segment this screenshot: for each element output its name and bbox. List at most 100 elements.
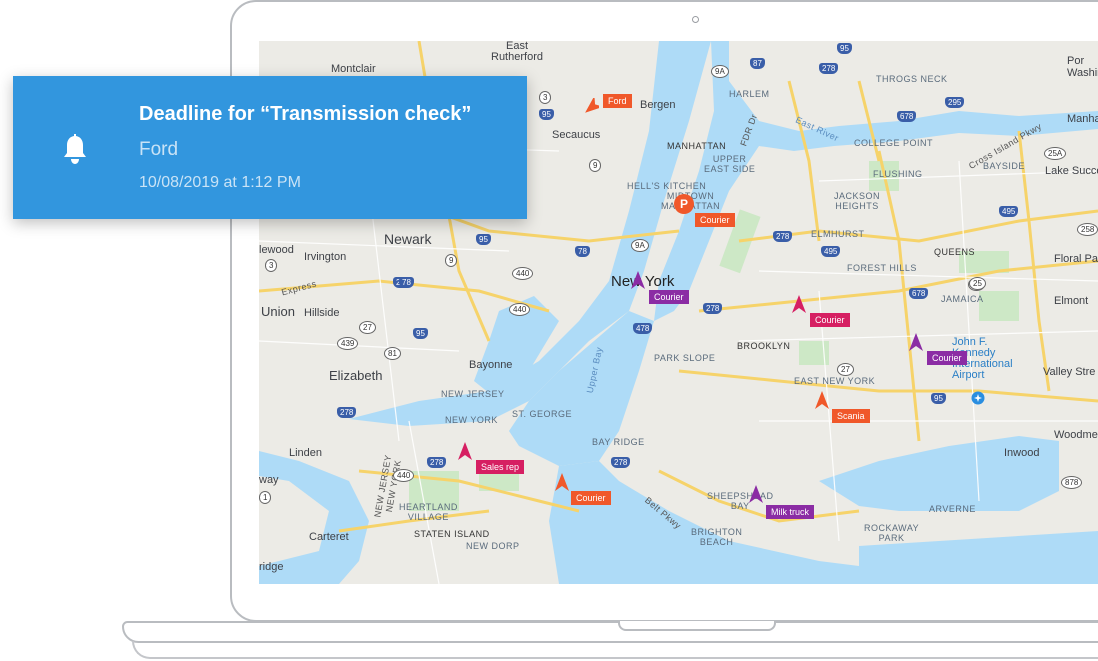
notification-subtitle: Ford bbox=[139, 139, 179, 160]
vehicle-label[interactable]: Ford bbox=[603, 94, 632, 108]
shield: 278 bbox=[611, 457, 631, 468]
shield: 78 bbox=[575, 246, 590, 257]
place-union: Union bbox=[261, 304, 295, 319]
place-linden: Linden bbox=[289, 447, 323, 459]
shield: 495 bbox=[999, 206, 1019, 217]
place-bay-ridge: BAY RIDGE bbox=[592, 437, 645, 447]
place-park-slope: PARK SLOPE bbox=[654, 353, 716, 363]
vehicle-arrow-icon[interactable] bbox=[815, 391, 829, 409]
place-elizabeth: Elizabeth bbox=[329, 368, 383, 383]
vehicle-arrow-icon[interactable] bbox=[909, 333, 923, 351]
laptop-notch bbox=[618, 621, 776, 631]
place-east-new-york: EAST NEW YORK bbox=[794, 376, 876, 386]
shield: 278 bbox=[819, 63, 839, 74]
place-forest-hills: FOREST HILLS bbox=[847, 263, 917, 273]
place-harlem: HARLEM bbox=[729, 89, 770, 99]
place-heartland-village: HEARTLAND VILLAGE bbox=[399, 502, 458, 522]
place-sheepshead-bay: SHEEPSHEAD BAY bbox=[707, 491, 774, 511]
shield: 95 bbox=[476, 234, 491, 245]
place-valley-stream: Valley Stre bbox=[1043, 366, 1096, 378]
vehicle-label[interactable]: Milk truck bbox=[766, 505, 814, 519]
shield: 9A bbox=[711, 65, 729, 78]
laptop-base-bottom bbox=[132, 641, 1098, 659]
vehicle-label[interactable]: Courier bbox=[649, 290, 689, 304]
place-st-george: ST. GEORGE bbox=[512, 409, 573, 419]
vehicle-arrow-icon[interactable] bbox=[585, 98, 599, 116]
vehicle-label[interactable]: Courier bbox=[927, 351, 967, 365]
vehicle-arrow-icon[interactable] bbox=[792, 295, 806, 313]
place-jamaica: JAMAICA bbox=[941, 294, 984, 304]
shield: 495 bbox=[821, 246, 841, 257]
shield: 78 bbox=[399, 277, 414, 288]
vehicle-arrow-icon[interactable] bbox=[458, 442, 472, 460]
parking-marker[interactable]: P bbox=[674, 194, 694, 214]
place-floral-park: Floral Pa bbox=[1054, 253, 1098, 265]
place-elmhurst: ELMHURST bbox=[811, 229, 865, 239]
shield: 25 bbox=[969, 277, 986, 290]
vehicle-label[interactable]: Courier bbox=[571, 491, 611, 505]
shield: 87 bbox=[750, 58, 765, 69]
place-manha: Manha bbox=[1067, 113, 1098, 125]
shield: 478 bbox=[633, 323, 653, 334]
place-woodmere: Woodmere bbox=[1054, 429, 1098, 441]
place-port-washington: Por Washin bbox=[1067, 55, 1098, 79]
laptop-base bbox=[122, 621, 1098, 643]
shield: 27 bbox=[359, 321, 376, 334]
shield: 95 bbox=[931, 393, 946, 404]
place-hells-kitchen: HELL'S KITCHEN bbox=[627, 181, 707, 191]
place-lewood: lewood bbox=[259, 244, 294, 256]
place-inwood: Inwood bbox=[1004, 447, 1040, 459]
place-elmont: Elmont bbox=[1054, 295, 1089, 307]
place-new-york-state: NEW YORK bbox=[445, 415, 498, 425]
place-bayside: BAYSIDE bbox=[983, 161, 1025, 171]
place-bergen: Bergen bbox=[640, 99, 676, 111]
place-jackson-heights: JACKSON HEIGHTS bbox=[834, 191, 881, 211]
place-arverne: ARVERNE bbox=[929, 504, 976, 514]
shield: 25A bbox=[1044, 147, 1067, 160]
shield: 678 bbox=[909, 288, 929, 299]
notification-title: Deadline for “Transmission check” bbox=[139, 103, 472, 125]
place-new-dorp: NEW DORP bbox=[466, 541, 520, 551]
vehicle-arrow-icon[interactable] bbox=[555, 473, 569, 491]
deadline-notification[interactable]: Deadline for “Transmission check” Ford 1… bbox=[13, 76, 527, 219]
place-flushing: FLUSHING bbox=[873, 169, 923, 179]
place-lake-success: Lake Succe bbox=[1045, 165, 1098, 177]
place-secaucus: Secaucus bbox=[552, 129, 601, 141]
place-brighton-beach: BRIGHTON BEACH bbox=[691, 527, 743, 547]
shield: 295 bbox=[945, 97, 965, 108]
shield: 258 bbox=[1077, 223, 1098, 236]
place-manhattan: MANHATTAN bbox=[667, 141, 727, 151]
place-hillside: Hillside bbox=[304, 307, 340, 319]
place-upper-east-side: UPPER EAST SIDE bbox=[704, 154, 756, 174]
shield: 678 bbox=[897, 111, 917, 122]
place-irvington: Irvington bbox=[304, 251, 347, 263]
place-carteret: Carteret bbox=[309, 531, 349, 543]
shield: 81 bbox=[384, 347, 401, 360]
shield: 95 bbox=[413, 328, 428, 339]
vehicle-label[interactable]: Courier bbox=[810, 313, 850, 327]
shield: 278 bbox=[427, 457, 447, 468]
vehicle-label[interactable]: Courier bbox=[695, 213, 735, 227]
place-college-point: COLLEGE POINT bbox=[854, 138, 934, 148]
place-way: way bbox=[259, 474, 279, 486]
place-ridge: ridge bbox=[259, 561, 284, 573]
place-rockaway-park: ROCKAWAY PARK bbox=[864, 523, 920, 543]
camera bbox=[692, 16, 699, 23]
place-brooklyn: BROOKLYN bbox=[737, 341, 791, 351]
shield: 95 bbox=[837, 43, 852, 54]
place-throgs-neck: THROGS NECK bbox=[876, 74, 948, 84]
vehicle-label[interactable]: Sales rep bbox=[476, 460, 525, 474]
vehicle-arrow-icon[interactable] bbox=[749, 485, 763, 503]
shield: 27 bbox=[837, 363, 854, 376]
vehicle-arrow-icon[interactable] bbox=[631, 271, 645, 289]
place-montclair: Montclair bbox=[331, 63, 376, 75]
shield: 278 bbox=[773, 231, 793, 242]
place-staten-island: STATEN ISLAND bbox=[414, 529, 490, 539]
vehicle-label[interactable]: Scania bbox=[832, 409, 870, 423]
bell-icon bbox=[64, 134, 86, 164]
shield: 278 bbox=[703, 303, 723, 314]
shield: 278 bbox=[337, 407, 357, 418]
airport-icon[interactable] bbox=[971, 391, 985, 405]
shield: 9A bbox=[631, 239, 649, 252]
place-queens: QUEENS bbox=[934, 247, 976, 257]
